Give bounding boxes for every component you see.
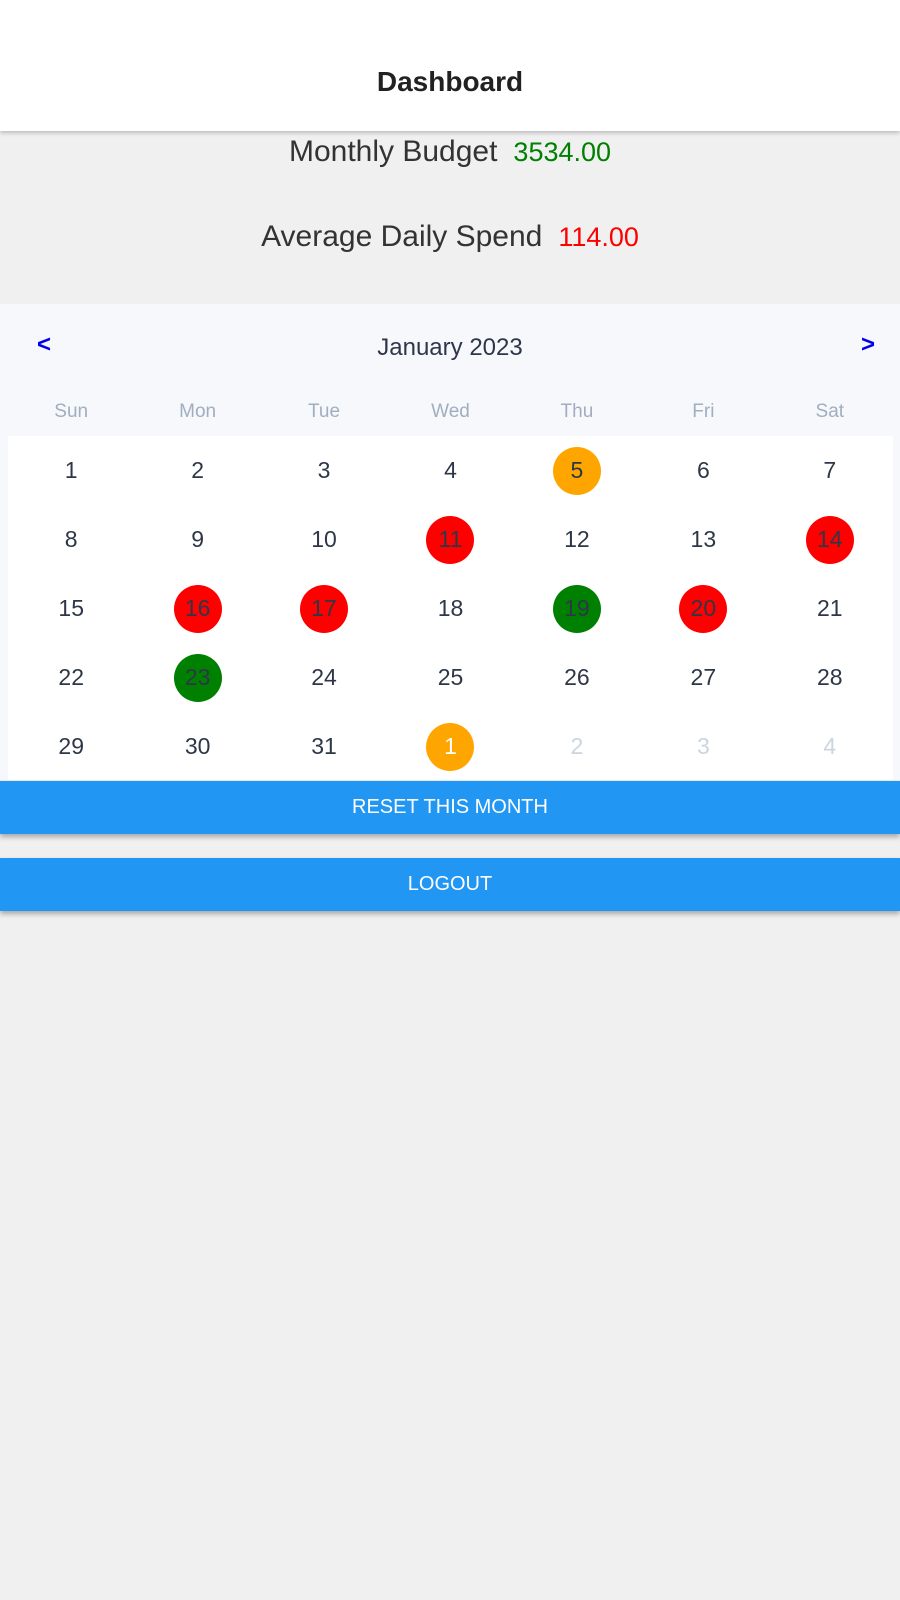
monthly-budget-row: Monthly Budget 3534.00 bbox=[0, 135, 900, 169]
calendar-day-number: 14 bbox=[805, 515, 854, 564]
calendar-day[interactable]: 2 bbox=[134, 436, 260, 505]
calendar-day-number: 4 bbox=[823, 733, 837, 759]
calendar-day-number: 12 bbox=[564, 526, 590, 552]
calendar-day[interactable]: 18 bbox=[387, 574, 513, 643]
calendar-day[interactable]: 23 bbox=[134, 643, 260, 712]
calendar-day-number: 2 bbox=[570, 733, 584, 759]
calendar-day-number: 5 bbox=[552, 446, 601, 495]
logout-button[interactable]: LOGOUT bbox=[0, 858, 900, 911]
calendar-day-number: 15 bbox=[58, 595, 84, 621]
calendar-day-number: 21 bbox=[816, 595, 843, 621]
calendar-day[interactable]: 1 bbox=[8, 436, 134, 505]
calendar-day[interactable]: 5 bbox=[514, 436, 640, 505]
calendar-day[interactable]: 8 bbox=[8, 505, 134, 574]
calendar-day-number: 29 bbox=[58, 733, 84, 759]
weekday-thu: Thu bbox=[560, 401, 594, 422]
average-daily-spend-row: Average Daily Spend 114.00 bbox=[0, 220, 900, 254]
calendar-day[interactable]: 13 bbox=[640, 505, 766, 574]
calendar-day[interactable]: 20 bbox=[640, 574, 766, 643]
calendar-days-grid: 1 2 3 4 5 6 7 8 9 10 11 12 13 14 15 16 17 18 19 20 21 22 23 24 2… bbox=[8, 436, 893, 780]
calendar-day-number: 27 bbox=[690, 664, 717, 690]
calendar-day-number: 28 bbox=[816, 664, 843, 690]
calendar-day-number: 2 bbox=[191, 457, 205, 483]
calendar-day[interactable]: 4 bbox=[767, 712, 893, 781]
calendar-day[interactable]: 6 bbox=[640, 436, 766, 505]
calendar-day-number: 11 bbox=[426, 515, 475, 564]
calendar-day[interactable]: 1 bbox=[387, 712, 513, 781]
calendar-day[interactable]: 21 bbox=[767, 574, 893, 643]
calendar-day-number: 25 bbox=[437, 664, 464, 690]
calendar-day-number: 6 bbox=[696, 457, 710, 483]
reset-month-button[interactable]: RESET THIS MONTH bbox=[0, 781, 900, 834]
calendar-day[interactable]: 15 bbox=[8, 574, 134, 643]
calendar-day[interactable]: 4 bbox=[387, 436, 513, 505]
calendar-day-number: 7 bbox=[823, 457, 837, 483]
calendar-day-number: 22 bbox=[58, 664, 84, 690]
calendar-day-number: 8 bbox=[64, 526, 78, 552]
calendar-day-number: 26 bbox=[564, 664, 590, 690]
weekday-wed: Wed bbox=[431, 401, 470, 422]
calendar-month-title: January 2023 bbox=[377, 334, 523, 361]
calendar-day-number: 3 bbox=[317, 457, 331, 483]
weekday-header: Sun Mon Tue Wed Thu Fri Sat bbox=[8, 401, 893, 423]
monthly-budget-value: 3534.00 bbox=[513, 137, 612, 167]
calendar-day-number: 10 bbox=[311, 526, 337, 552]
average-daily-spend-label: Average Daily Spend bbox=[261, 220, 543, 253]
calendar-day[interactable]: 2 bbox=[514, 712, 640, 781]
calendar-day[interactable]: 16 bbox=[134, 574, 260, 643]
calendar-day[interactable]: 22 bbox=[8, 643, 134, 712]
weekday-sun: Sun bbox=[54, 401, 89, 422]
calendar-day[interactable]: 7 bbox=[767, 436, 893, 505]
calendar-day[interactable]: 25 bbox=[387, 643, 513, 712]
calendar-day[interactable]: 29 bbox=[8, 712, 134, 781]
calendar-day[interactable]: 31 bbox=[261, 712, 387, 781]
calendar-day[interactable]: 19 bbox=[514, 574, 640, 643]
weekday-mon: Mon bbox=[179, 401, 217, 422]
calendar-day[interactable]: 28 bbox=[767, 643, 893, 712]
calendar-day[interactable]: 12 bbox=[514, 505, 640, 574]
calendar-day[interactable]: 10 bbox=[261, 505, 387, 574]
calendar-day-number: 23 bbox=[173, 653, 222, 702]
calendar-day-number: 24 bbox=[311, 664, 337, 690]
calendar-day-number: 19 bbox=[552, 584, 601, 633]
calendar-day-number: 17 bbox=[300, 584, 349, 633]
calendar-day-number: 31 bbox=[311, 733, 337, 759]
calendar-day-number: 1 bbox=[64, 457, 78, 483]
weekday-tue: Tue bbox=[308, 401, 341, 422]
calendar: < January 2023 > Sun Mon Tue Wed Thu Fri… bbox=[0, 304, 900, 780]
calendar-day-number: 16 bbox=[173, 584, 222, 633]
calendar-day[interactable]: 26 bbox=[514, 643, 640, 712]
calendar-day-number: 20 bbox=[679, 584, 728, 633]
calendar-day-number: 13 bbox=[690, 526, 717, 552]
calendar-day[interactable]: 24 bbox=[261, 643, 387, 712]
monthly-budget-label: Monthly Budget bbox=[288, 135, 498, 168]
calendar-day[interactable]: 3 bbox=[261, 436, 387, 505]
page-title: Dashboard bbox=[376, 66, 524, 97]
weekday-fri: Fri bbox=[692, 401, 715, 422]
app-header: Dashboard bbox=[0, 0, 900, 131]
calendar-day-number: 3 bbox=[696, 733, 710, 759]
average-daily-spend-value: 114.00 bbox=[558, 222, 639, 252]
calendar-day[interactable]: 14 bbox=[767, 505, 893, 574]
calendar-day[interactable]: 11 bbox=[387, 505, 513, 574]
calendar-day[interactable]: 3 bbox=[640, 712, 766, 781]
calendar-day-number: 30 bbox=[184, 733, 211, 759]
next-month-button[interactable]: > bbox=[861, 331, 875, 359]
calendar-day[interactable]: 17 bbox=[261, 574, 387, 643]
calendar-day[interactable]: 9 bbox=[134, 505, 260, 574]
calendar-day[interactable]: 30 bbox=[134, 712, 260, 781]
calendar-day[interactable]: 27 bbox=[640, 643, 766, 712]
weekday-sat: Sat bbox=[815, 401, 845, 422]
calendar-day-number: 9 bbox=[191, 526, 205, 552]
calendar-day-number: 18 bbox=[437, 595, 464, 621]
calendar-day-number: 4 bbox=[444, 457, 457, 483]
calendar-day-number: 1 bbox=[426, 722, 475, 771]
